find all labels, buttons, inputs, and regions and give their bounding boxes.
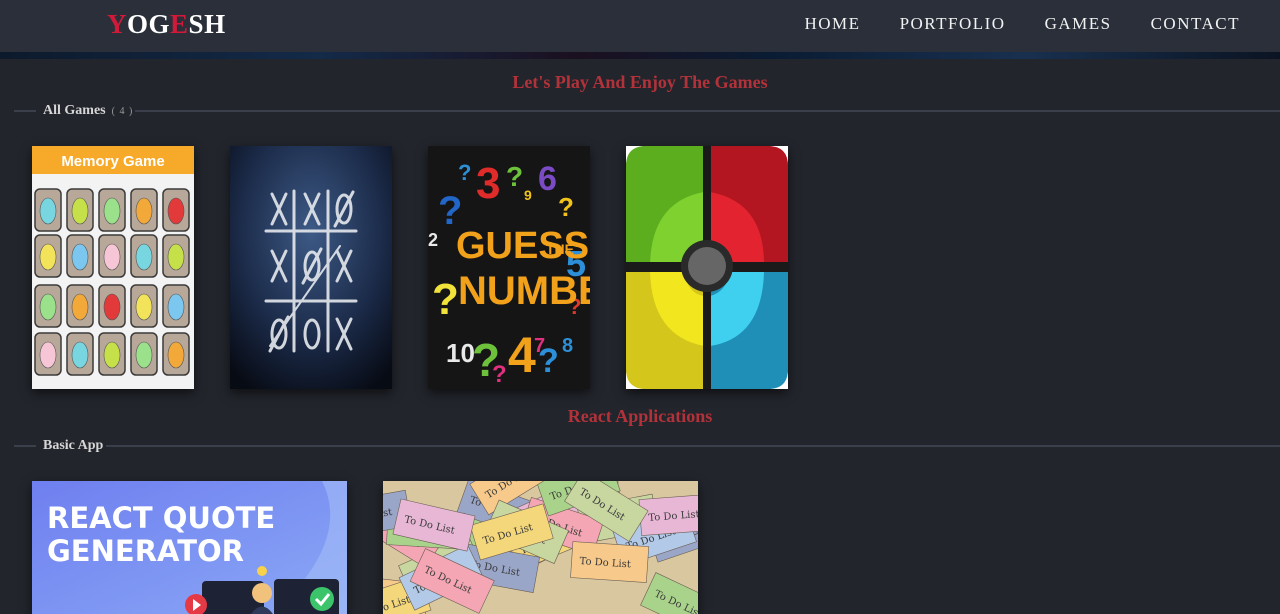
svg-text:2: 2 [428, 230, 438, 250]
svg-text:4: 4 [508, 327, 536, 383]
logo-letter: O [127, 9, 149, 39]
divider-line [106, 445, 1280, 447]
memory-game-card[interactable]: Memory Game [32, 146, 194, 389]
svg-text:?: ? [506, 161, 523, 192]
svg-text:?: ? [538, 342, 559, 380]
svg-text:6: 6 [538, 160, 557, 198]
nav-menu: HOME PORTFOLIO GAMES CONTACT [805, 0, 1280, 48]
memory-game-title: Memory Game [61, 153, 164, 170]
basic-app-divider: Basic App [14, 437, 1280, 455]
category-label: Basic App [43, 437, 103, 455]
nav-contact-link[interactable]: CONTACT [1151, 14, 1240, 34]
games-section-heading: Let's Play And Enjoy The Games [512, 72, 768, 92]
the-word: THE [546, 241, 574, 257]
svg-text:?: ? [432, 275, 459, 324]
react-quote-generator-card[interactable]: REACT QUOTE GENERATOR [32, 481, 347, 614]
svg-text:10: 10 [446, 338, 475, 368]
divider-line [14, 445, 36, 447]
nav-games-link[interactable]: GAMES [1045, 14, 1112, 34]
quote-title-line-2: GENERATOR [47, 534, 244, 568]
tic-tac-toe-card[interactable] [230, 146, 392, 389]
quote-title-line-1: REACT QUOTE [47, 501, 275, 535]
category-name: All Games [43, 103, 106, 118]
logo-letter: Y [107, 9, 127, 39]
hero-banner-edge [0, 52, 1280, 59]
svg-text:3: 3 [476, 159, 500, 208]
svg-text:8: 8 [562, 335, 573, 357]
logo-letter: H [204, 9, 226, 39]
apps-section-heading: React Applications [567, 406, 713, 426]
svg-text:?: ? [458, 160, 471, 185]
logo-letter: G [148, 9, 171, 39]
number-word: NUMBER [458, 269, 590, 313]
simon-game-thumbnail [626, 146, 788, 389]
react-quote-generator-thumbnail: REACT QUOTE GENERATOR [32, 481, 347, 614]
category-label: All Games ( 4 ) [43, 102, 133, 121]
logo-letter: S [188, 9, 205, 39]
nav-portfolio-link[interactable]: PORTFOLIO [900, 14, 1006, 34]
nav-home-link[interactable]: HOME [805, 14, 861, 34]
svg-text:?: ? [558, 192, 574, 222]
tic-tac-toe-thumbnail [230, 146, 392, 389]
category-count: ( 4 ) [111, 106, 134, 117]
todo-list-card[interactable]: To Do ListTo Do ListTo Do ListTo Do List… [383, 481, 698, 614]
memory-game-thumbnail: Memory Game [32, 146, 194, 389]
navbar: YOGESH HOME PORTFOLIO GAMES CONTACT [0, 0, 1280, 52]
svg-text:?: ? [492, 361, 507, 388]
category-name: Basic App [43, 438, 104, 453]
guess-the-number-thumbnail: ? 3 ? 9 6 ? ? 2 5 ? ? 10 ? ? 4 7 ? 8 GUE… [428, 146, 590, 389]
divider-line [135, 110, 1280, 112]
svg-text:9: 9 [524, 187, 532, 203]
todo-list-thumbnail: To Do ListTo Do ListTo Do ListTo Do List… [383, 481, 698, 614]
simon-game-card[interactable] [626, 146, 788, 389]
logo-letter: E [170, 9, 189, 39]
site-logo[interactable]: YOGESH [107, 8, 226, 40]
guess-the-number-card[interactable]: ? 3 ? 9 6 ? ? 2 5 ? ? 10 ? ? 4 7 ? 8 GUE… [428, 146, 590, 389]
divider-line [14, 110, 36, 112]
all-games-divider: All Games ( 4 ) [14, 102, 1280, 120]
